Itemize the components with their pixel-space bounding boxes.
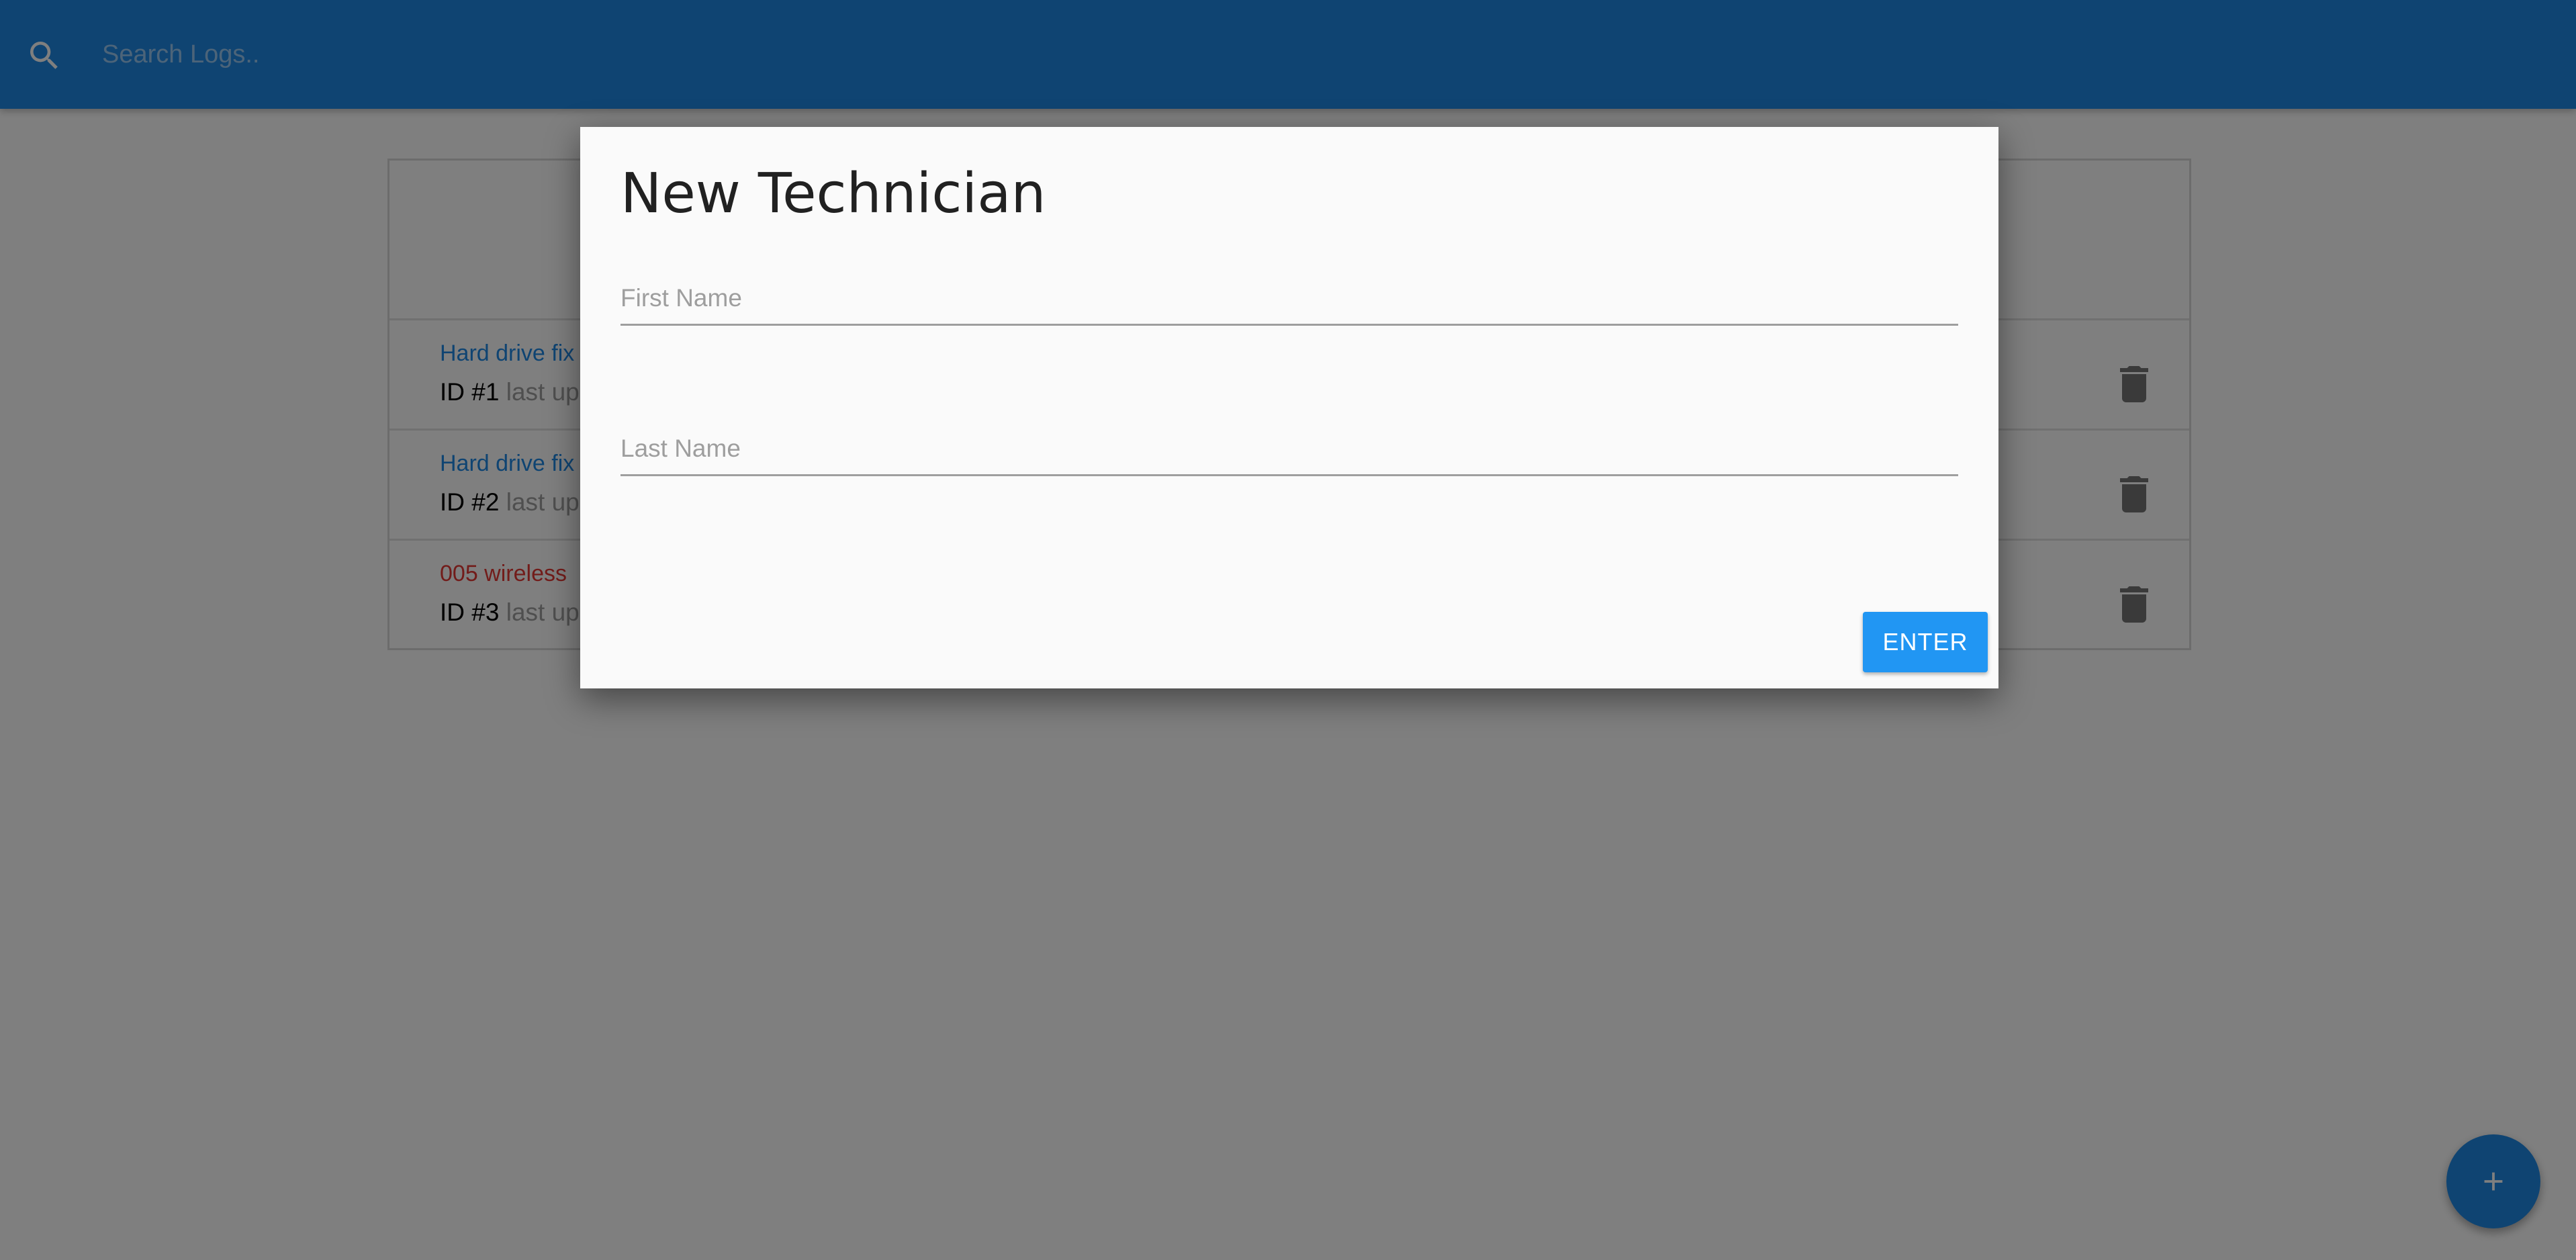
app-root: Hard drive fix ID #1 last up Hard drive …	[0, 0, 2576, 1260]
last-name-field[interactable]	[620, 422, 1958, 476]
first-name-field[interactable]	[620, 272, 1958, 326]
new-technician-modal: New Technician ENTER	[580, 127, 1998, 688]
modal-title: New Technician	[620, 162, 1046, 226]
modal-overlay[interactable]: New Technician ENTER	[0, 0, 2576, 1260]
enter-button[interactable]: ENTER	[1863, 612, 1988, 672]
